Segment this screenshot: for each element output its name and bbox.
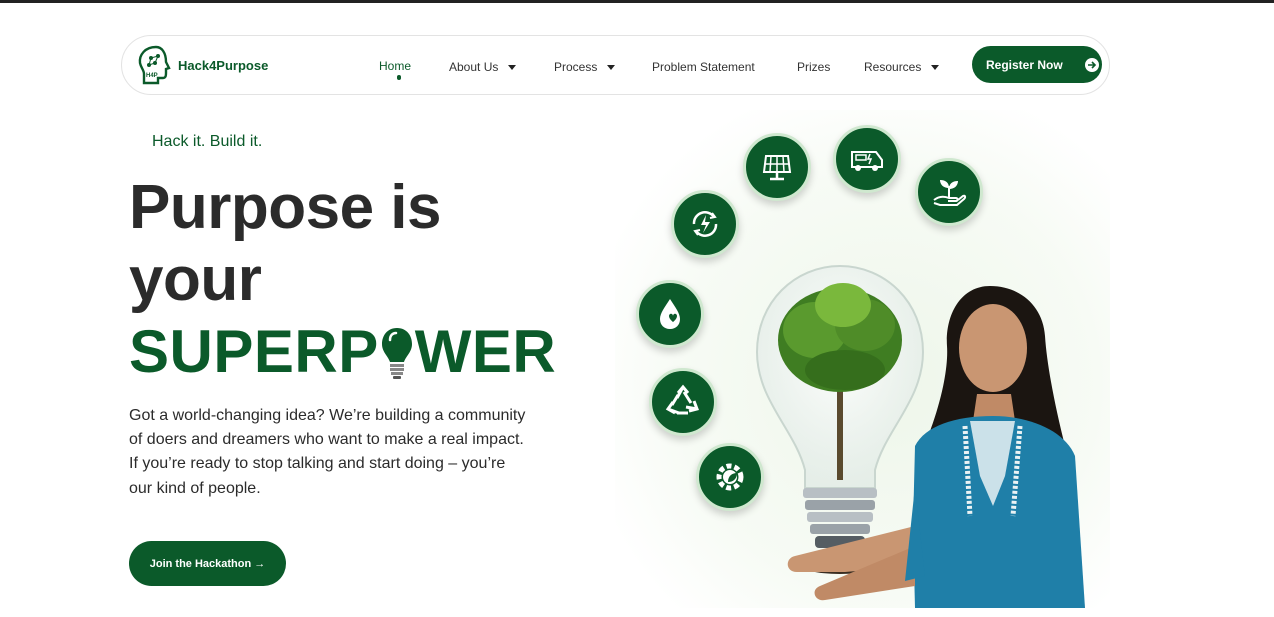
lightbulb-icon: [380, 324, 414, 396]
superpower-heading: SUPERP WER: [129, 316, 556, 396]
eco-gear-icon: [696, 443, 764, 511]
nav-about-us-label: About Us: [449, 60, 499, 74]
join-hackathon-button[interactable]: Join the Hackathon →: [129, 541, 286, 586]
nav-problem-statement[interactable]: Problem Statement: [652, 60, 755, 74]
headline-line-2: your: [129, 245, 262, 314]
nav-about-us[interactable]: About Us: [449, 60, 517, 74]
chevron-down-icon: [508, 64, 517, 70]
nav-resources-label: Resources: [864, 60, 922, 74]
superpower-part-2: WER: [414, 318, 557, 385]
nav-prizes[interactable]: Prizes: [797, 60, 830, 74]
hero-headline: Purpose is your: [129, 172, 442, 316]
solar-panel-icon: [743, 133, 811, 201]
nav-process-label: Process: [554, 60, 598, 74]
navbar: H4P Hack4Purpose Home About Us Process P…: [121, 35, 1110, 95]
top-border: [0, 0, 1274, 3]
join-hackathon-label: Join the Hackathon →: [149, 557, 266, 570]
nav-problem-statement-label: Problem Statement: [652, 60, 755, 74]
hero-tagline: Hack it. Build it.: [152, 133, 263, 150]
nav-links: Home About Us Process Problem Statement …: [122, 36, 1109, 96]
nav-resources[interactable]: Resources: [864, 60, 940, 74]
nav-process[interactable]: Process: [554, 60, 616, 74]
arrow-right-icon: [1084, 57, 1099, 72]
water-drop-heart-icon: [636, 280, 704, 348]
headline-line-1: Purpose is: [129, 173, 442, 242]
girl-holding-bulb-image: [787, 286, 1085, 608]
chevron-down-icon: [931, 64, 940, 70]
nav-prizes-label: Prizes: [797, 60, 831, 74]
hero-description: Got a world-changing idea? We’re buildin…: [129, 407, 526, 497]
hero-illustration: [615, 110, 1110, 608]
plant-in-hand-icon: [915, 158, 983, 226]
renewable-energy-icon: [671, 190, 739, 258]
register-now-button[interactable]: Register Now: [972, 46, 1102, 83]
active-indicator: [397, 75, 401, 80]
nav-home-label: Home: [379, 59, 412, 73]
recycle-icon: [649, 368, 717, 436]
nav-home[interactable]: Home: [379, 59, 411, 73]
chevron-down-icon: [607, 64, 616, 70]
register-now-label: Register Now: [986, 57, 1063, 72]
superpower-part-1: SUPERP: [129, 318, 379, 385]
electric-vehicle-icon: [833, 125, 901, 193]
